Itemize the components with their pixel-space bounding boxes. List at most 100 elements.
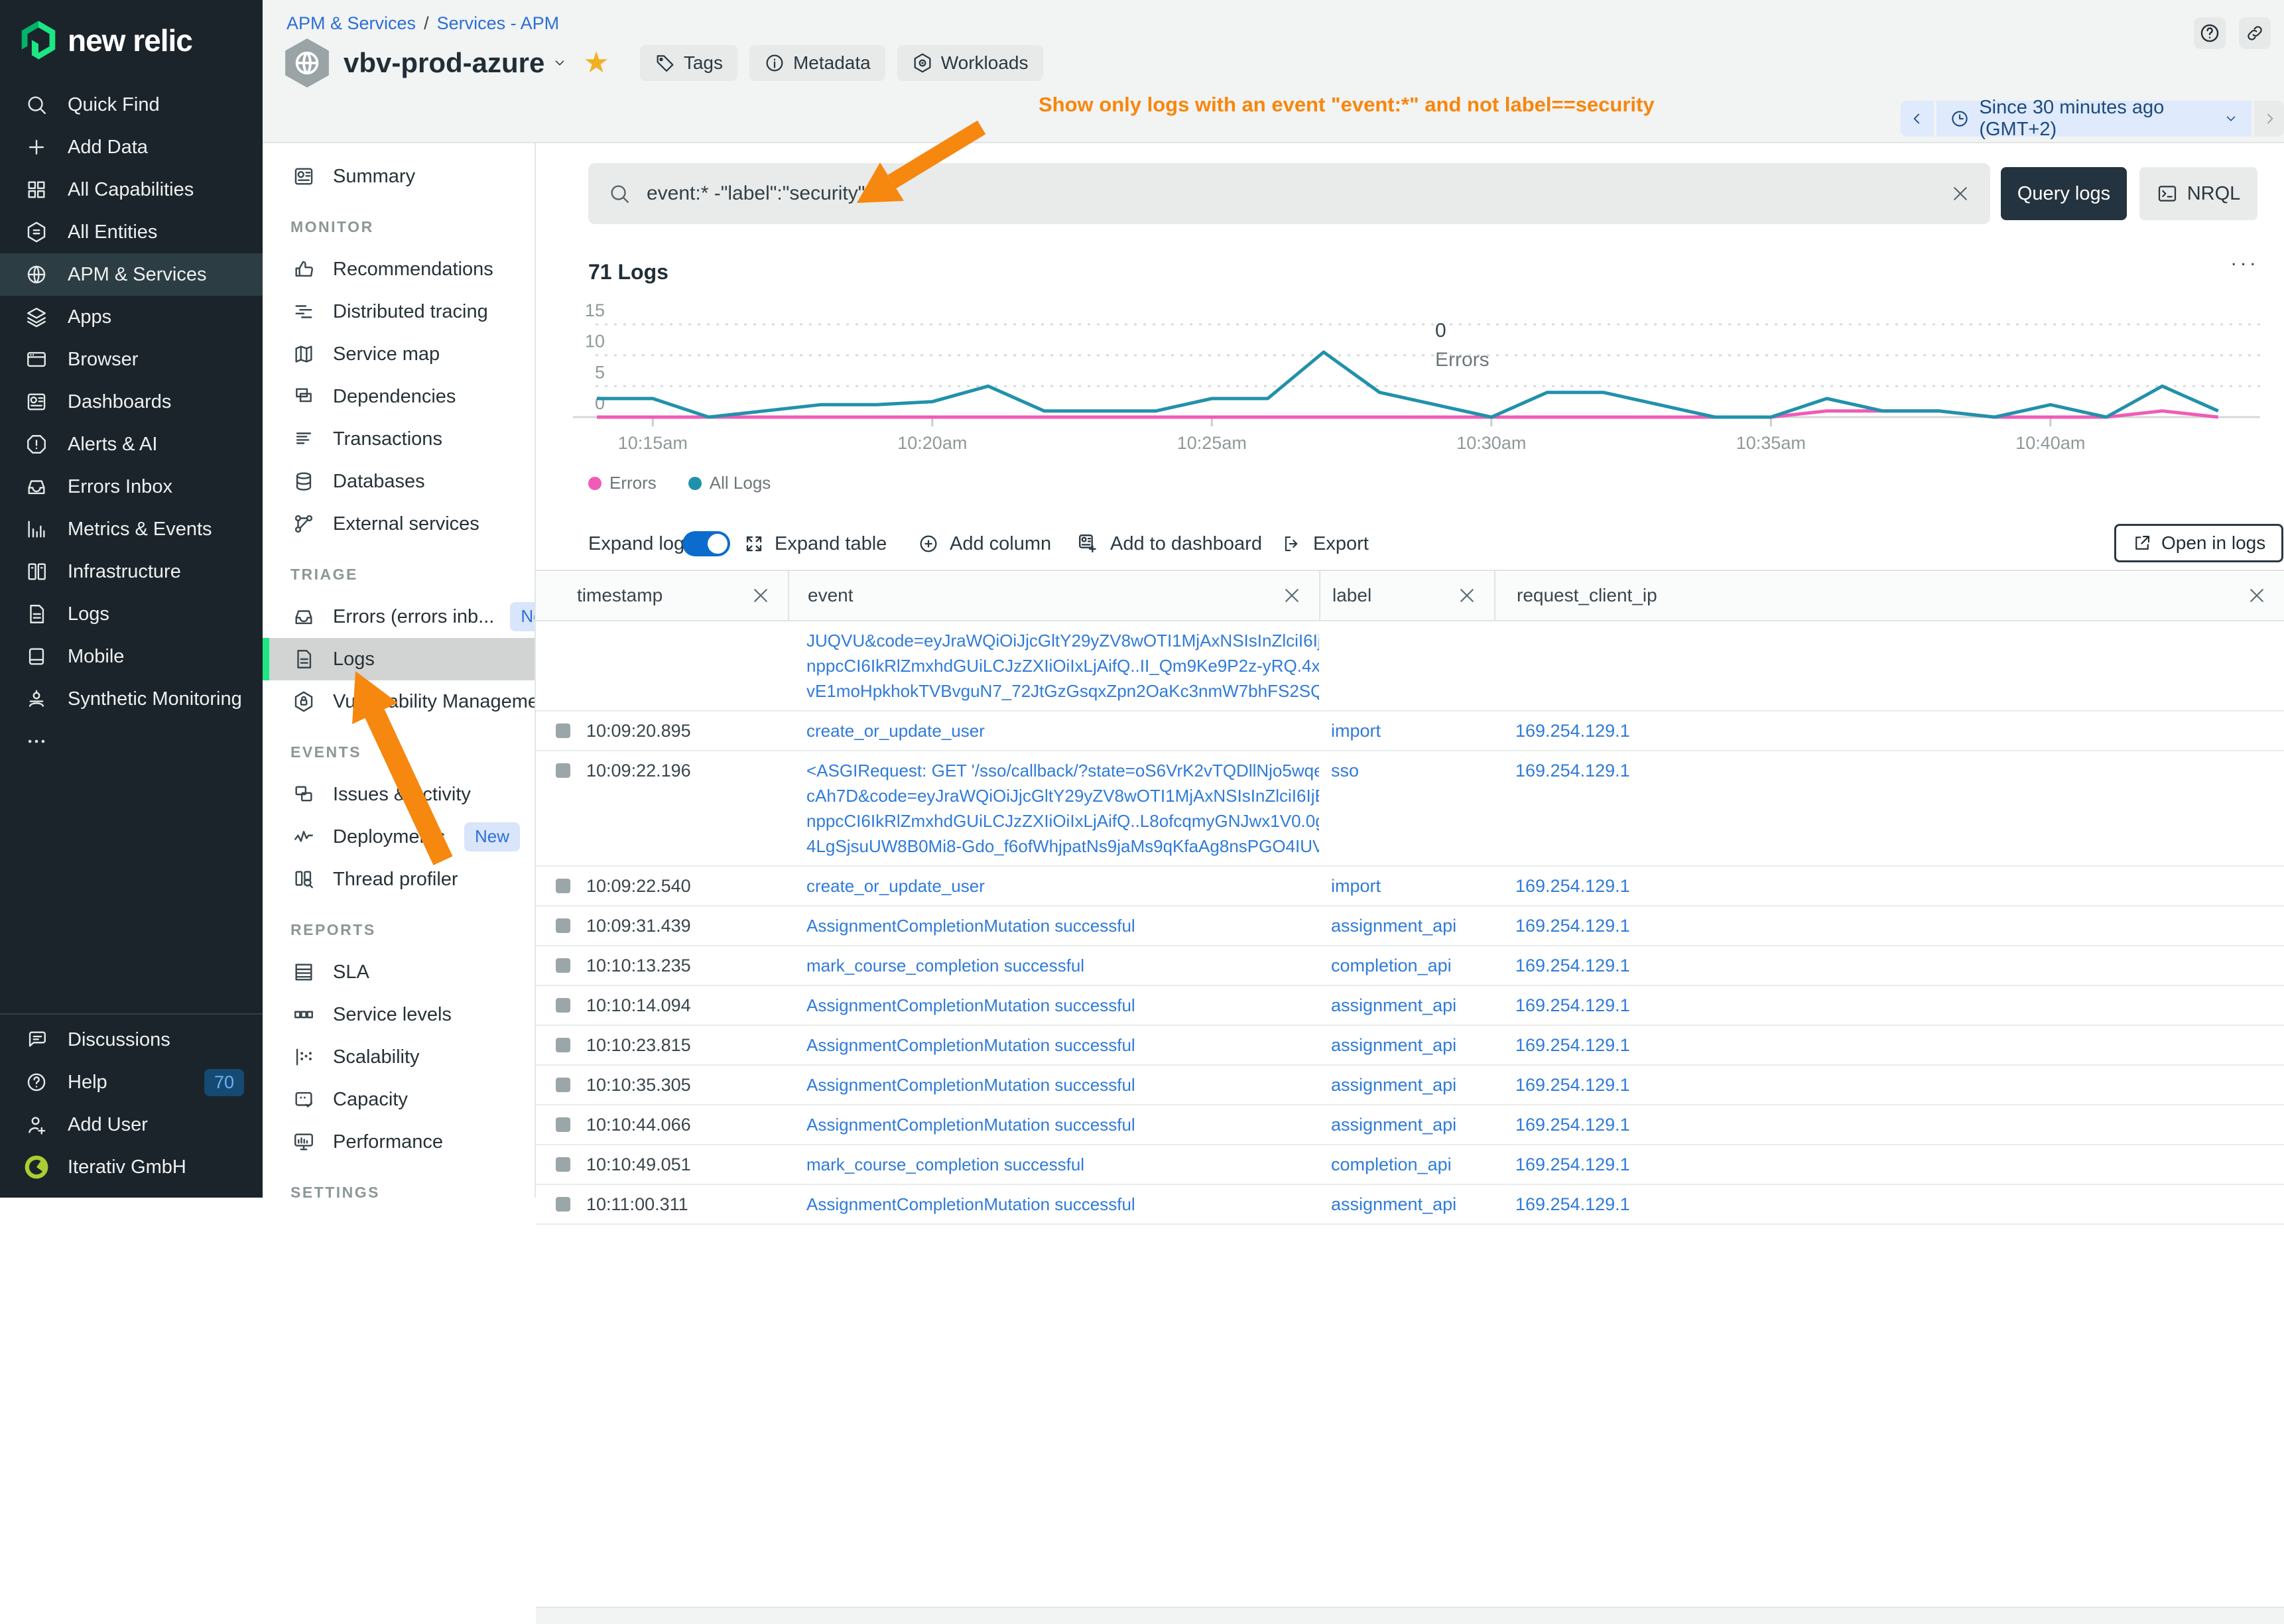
table-row[interactable]: 10:10:14.094 AssignmentCompletionMutatio… [536, 986, 2284, 1026]
table-row[interactable]: 10:09:31.439 AssignmentCompletionMutatio… [536, 906, 2284, 946]
remove-column-icon[interactable] [751, 586, 771, 605]
menu-item-external-services[interactable]: External services [263, 503, 535, 545]
new-relic-logo[interactable]: new relic [20, 20, 192, 61]
event-link[interactable]: mark_course_completion successful [806, 953, 1319, 978]
menu-item-recommendations[interactable]: Recommendations [263, 248, 535, 290]
legend-item[interactable]: Errors [588, 473, 657, 493]
sidebar-item-dashboards[interactable]: Dashboards [0, 381, 263, 423]
tags-button[interactable]: Tags [640, 45, 737, 81]
permalink-button[interactable] [2239, 17, 2271, 49]
breadcrumb-apm-services[interactable]: APM & Services [286, 13, 416, 34]
event-link[interactable]: AssignmentCompletionMutation successful [806, 993, 1319, 1018]
table-row[interactable]: 10:10:49.051 mark_course_completion succ… [536, 1145, 2284, 1185]
sidebar-item-help[interactable]: Help 70 [0, 1061, 263, 1103]
log-query-value[interactable]: event:* -"label":"security" [647, 182, 1935, 205]
add-to-dashboard-button[interactable]: Add to dashboard [1077, 523, 1262, 565]
request-client-ip-cell[interactable]: 169.254.129.1 [1494, 873, 2284, 899]
request-client-ip-cell[interactable]: 169.254.129.1 [1494, 953, 2284, 978]
menu-item-errors-inbox[interactable]: Errors (errors inb... New [263, 595, 535, 638]
expand-table-button[interactable]: Expand table [744, 523, 887, 565]
label-cell[interactable]: assignment_api [1319, 993, 1494, 1018]
row-marker-icon[interactable] [556, 763, 570, 778]
table-row[interactable]: 10:10:13.235 mark_course_completion succ… [536, 946, 2284, 986]
menu-item-sla[interactable]: SLA [263, 951, 535, 993]
help-button[interactable] [2194, 17, 2226, 49]
event-link[interactable]: nppcCI6IkRlZmxhdGUiLCJzZXIiOiIxLjAifQ..L… [806, 808, 1319, 834]
column-header[interactable]: label [1319, 571, 1494, 620]
event-link[interactable]: AssignmentCompletionMutation successful [806, 1192, 1319, 1217]
event-link[interactable]: mark_course_completion successful [806, 1152, 1319, 1177]
table-row[interactable]: 10:10:23.815 AssignmentCompletionMutatio… [536, 1026, 2284, 1066]
menu-item-thread-profiler[interactable]: Thread profiler [263, 858, 535, 901]
row-marker-icon[interactable] [556, 998, 570, 1013]
sidebar-item-synthetic-monitoring[interactable]: Synthetic Monitoring [0, 678, 263, 720]
row-marker-icon[interactable] [556, 1117, 570, 1132]
menu-item-service-map[interactable]: Service map [263, 333, 535, 375]
menu-item-service-levels[interactable]: Service levels [263, 993, 535, 1036]
sidebar-item-account[interactable]: Iterativ GmbH [0, 1146, 263, 1188]
sidebar-item-browser[interactable]: Browser [0, 338, 263, 381]
label-cell[interactable]: assignment_api [1319, 913, 1494, 938]
menu-item-scalability[interactable]: Scalability [263, 1036, 535, 1078]
sidebar-item-apm-services[interactable]: APM & Services [0, 253, 263, 296]
row-marker-icon[interactable] [556, 918, 570, 933]
menu-item-summary[interactable]: Summary [263, 155, 535, 198]
table-row[interactable]: JUQVU&code=eyJraWQiOiJjcGltY29yZV8wOTI1M… [536, 621, 2284, 712]
menu-item-vulnerability-management[interactable]: Vulnerability Management [263, 680, 535, 723]
log-query-input[interactable]: event:* -"label":"security" [588, 163, 1990, 224]
table-row[interactable]: 10:11:00.311 AssignmentCompletionMutatio… [536, 1185, 2284, 1225]
expand-logs-toggle[interactable] [682, 531, 730, 556]
event-link[interactable]: 4LgSjsuUW8B0Mi8-Gdo_f6ofWhjpatNs9jaMs9qK… [806, 834, 1319, 859]
row-marker-icon[interactable] [556, 1197, 570, 1212]
time-forward-button[interactable] [2254, 101, 2284, 137]
breadcrumb-services-apm[interactable]: Services - APM [437, 13, 560, 34]
export-button[interactable]: Export [1283, 523, 1369, 565]
event-link[interactable]: AssignmentCompletionMutation successful [806, 1072, 1319, 1097]
event-link[interactable]: AssignmentCompletionMutation successful [806, 913, 1319, 938]
remove-column-icon[interactable] [1457, 586, 1477, 605]
clear-query-icon[interactable] [1950, 184, 1970, 204]
menu-item-databases[interactable]: Databases [263, 460, 535, 503]
add-column-button[interactable]: Add column [918, 523, 1051, 565]
column-header[interactable]: event [788, 571, 1319, 620]
favorite-star-icon[interactable]: ★ [583, 48, 609, 78]
sidebar-item-add-user[interactable]: Add User [0, 1103, 263, 1146]
row-marker-icon[interactable] [556, 1038, 570, 1052]
sidebar-item-metrics-events[interactable]: Metrics & Events [0, 508, 263, 550]
event-link[interactable]: JUQVU&code=eyJraWQiOiJjcGltY29yZV8wOTI1M… [806, 628, 1319, 653]
menu-item-capacity[interactable]: Capacity [263, 1078, 535, 1121]
event-link[interactable]: AssignmentCompletionMutation successful [806, 1032, 1319, 1058]
legend-item[interactable]: All Logs [688, 473, 771, 493]
label-cell[interactable]: assignment_api [1319, 1112, 1494, 1137]
row-marker-icon[interactable] [556, 958, 570, 973]
label-cell[interactable]: completion_api [1319, 953, 1494, 978]
column-header[interactable]: timestamp [536, 571, 788, 620]
sidebar-item-all-entities[interactable]: All Entities [0, 211, 263, 253]
sidebar-item-mobile[interactable]: Mobile [0, 635, 263, 678]
table-row[interactable]: 10:09:20.895 create_or_update_user impor… [536, 712, 2284, 751]
sidebar-item-logs[interactable]: Logs [0, 593, 263, 635]
label-cell[interactable]: assignment_api [1319, 1192, 1494, 1217]
event-link[interactable]: cAh7D&code=eyJraWQiOiJjcGltY29yZV8wOTI1M… [806, 783, 1319, 808]
label-cell[interactable]: assignment_api [1319, 1032, 1494, 1058]
sidebar-item-discussions[interactable]: Discussions [0, 1019, 263, 1061]
sidebar-item-apps[interactable]: Apps [0, 296, 263, 338]
nrql-button[interactable]: NRQL [2139, 167, 2257, 220]
request-client-ip-cell[interactable]: 169.254.129.1 [1494, 1032, 2284, 1058]
request-client-ip-cell[interactable]: 169.254.129.1 [1494, 993, 2284, 1018]
label-cell[interactable]: sso [1319, 758, 1494, 783]
label-cell[interactable]: assignment_api [1319, 1072, 1494, 1097]
menu-item-deployments[interactable]: Deployments New [263, 816, 535, 858]
time-back-button[interactable] [1901, 101, 1934, 137]
label-cell[interactable]: completion_api [1319, 1152, 1494, 1177]
request-client-ip-cell[interactable]: 169.254.129.1 [1494, 1112, 2284, 1137]
menu-item-distributed-tracing[interactable]: Distributed tracing [263, 290, 535, 333]
table-row[interactable]: 10:09:22.540 create_or_update_user impor… [536, 867, 2284, 906]
menu-item-performance[interactable]: Performance [263, 1121, 535, 1163]
more-menu-icon[interactable]: ... [2231, 248, 2259, 271]
row-marker-icon[interactable] [556, 1078, 570, 1092]
sidebar-item-alerts-ai[interactable]: Alerts & AI [0, 423, 263, 466]
event-link[interactable]: vE1moHpkhokTVBvguN7_72JtGzGsqxZpn2OaKc3n… [806, 678, 1319, 704]
event-link[interactable]: create_or_update_user [806, 873, 1319, 899]
event-link[interactable]: AssignmentCompletionMutation successful [806, 1112, 1319, 1137]
